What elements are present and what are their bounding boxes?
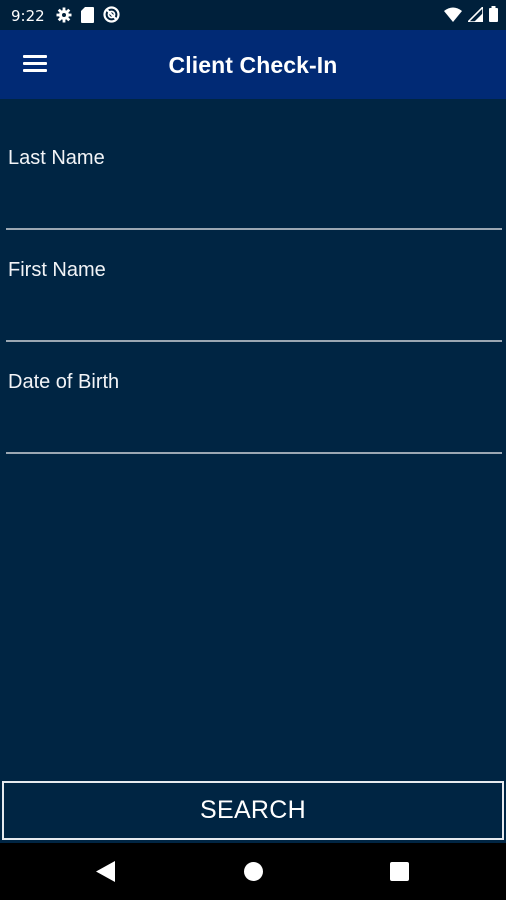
last-name-underline (6, 228, 502, 230)
dob-underline (6, 452, 502, 454)
no-sync-icon (103, 6, 120, 27)
last-name-input[interactable] (6, 177, 500, 221)
back-icon[interactable] (96, 861, 116, 887)
page-title: Client Check-In (168, 52, 338, 78)
search-button[interactable]: SEARCH (2, 781, 504, 840)
status-icons-left (56, 6, 120, 27)
last-name-field-group: Last Name (0, 147, 506, 259)
status-bar: 9:22 (0, 0, 506, 30)
first-name-input[interactable] (6, 289, 500, 333)
home-icon[interactable] (244, 862, 263, 886)
first-name-underline (6, 340, 502, 342)
last-name-label: Last Name (8, 147, 105, 169)
status-time: 9:22 (11, 7, 45, 25)
recents-icon[interactable] (390, 862, 409, 886)
signal-icon (466, 4, 484, 26)
system-nav-bar (0, 843, 506, 900)
status-icons-right (444, 4, 498, 26)
dob-label: Date of Birth (8, 371, 120, 393)
dob-field-group: Date of Birth (0, 371, 506, 483)
first-name-field-group: First Name (0, 259, 506, 371)
battery-icon (489, 6, 498, 26)
dob-input[interactable] (6, 401, 500, 445)
sd-card-icon (81, 6, 94, 27)
first-name-label: First Name (8, 259, 106, 281)
wifi-icon (444, 7, 462, 26)
gear-icon (56, 7, 72, 27)
app-bar: Client Check-In (0, 30, 506, 99)
